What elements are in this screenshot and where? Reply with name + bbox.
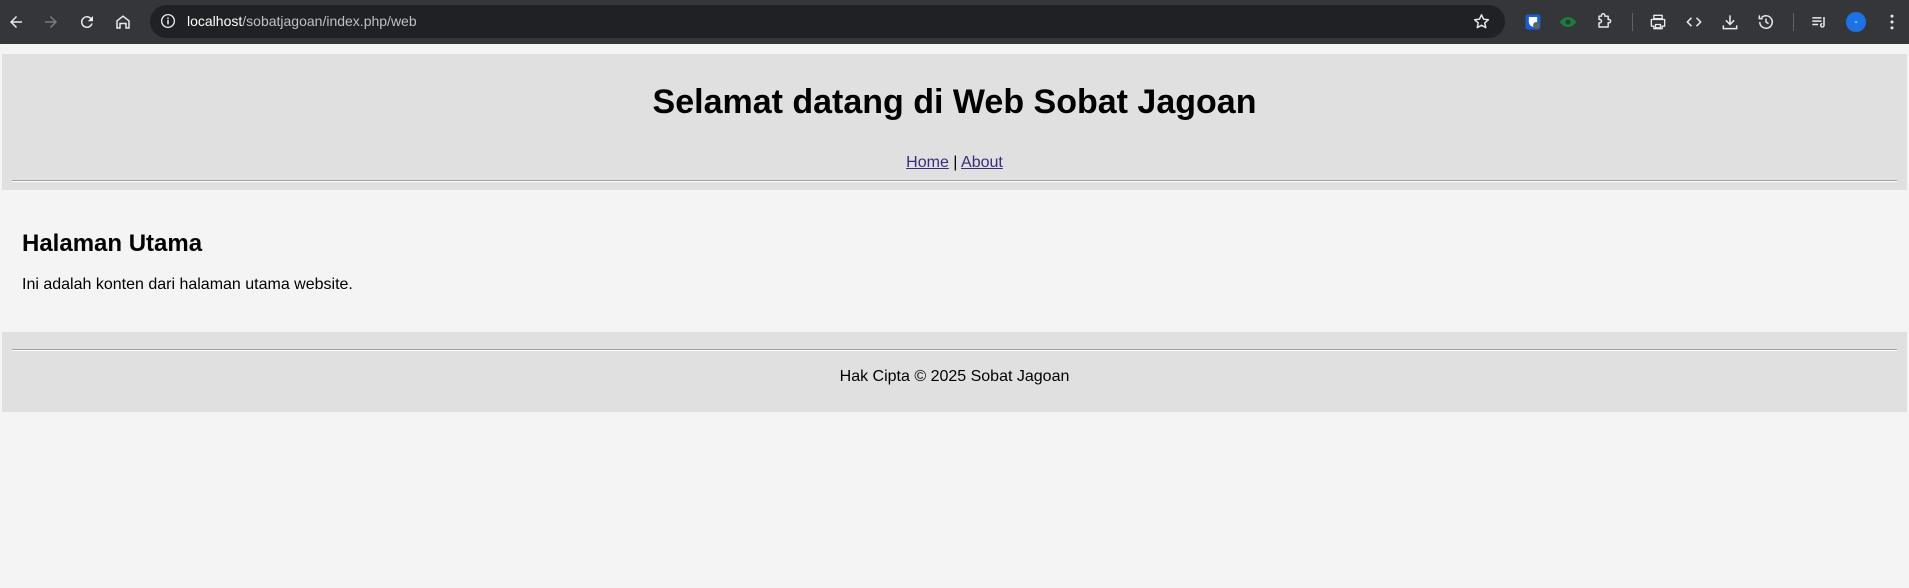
web-page: Selamat datang di Web Sobat Jagoan Home …	[0, 44, 1909, 588]
more-menu-icon[interactable]	[1881, 11, 1903, 33]
site-footer: Hak Cipta © 2025 Sobat Jagoan	[2, 332, 1907, 412]
main-content: Halaman Utama Ini adalah konten dari hal…	[22, 230, 1882, 295]
print-icon[interactable]	[1647, 11, 1669, 33]
address-bar[interactable]: localhost/sobatjagoan/index.php/web	[150, 5, 1505, 38]
nav-separator: |	[953, 154, 958, 171]
footer-divider	[12, 349, 1897, 351]
reload-icon	[80, 16, 93, 29]
section-heading: Halaman Utama	[22, 230, 203, 257]
header-divider	[12, 180, 1897, 182]
eye-extension-icon[interactable]	[1557, 11, 1579, 33]
page-title: Selamat datang di Web Sobat Jagoan	[652, 83, 1257, 121]
nav-home-link[interactable]: Home	[906, 154, 949, 171]
toolbar-divider	[1632, 13, 1633, 31]
history-icon[interactable]	[1755, 11, 1777, 33]
home-icon	[116, 15, 130, 29]
arrow-left-icon	[10, 16, 22, 28]
profile-avatar[interactable]: -	[1846, 12, 1866, 32]
reload-button[interactable]	[72, 7, 102, 37]
site-header: Selamat datang di Web Sobat Jagoan Home …	[2, 54, 1907, 190]
download-icon[interactable]	[1719, 11, 1741, 33]
copyright-text: Hak Cipta © 2025 Sobat Jagoan	[839, 368, 1070, 385]
forward-button[interactable]	[36, 7, 66, 37]
toolbar-divider	[1793, 13, 1794, 31]
bitwarden-extension-icon[interactable]	[1522, 11, 1544, 33]
extensions-puzzle-icon[interactable]	[1593, 11, 1615, 33]
url-text[interactable]: localhost/sobatjagoan/index.php/web	[187, 13, 417, 29]
nav-about-link[interactable]: About	[961, 154, 1003, 171]
url-host: localhost	[187, 13, 243, 29]
section-text: Ini adalah konten dari halaman utama web…	[22, 276, 353, 293]
arrow-right-icon	[45, 16, 57, 28]
home-button[interactable]	[108, 7, 138, 37]
view-source-code-icon[interactable]	[1683, 11, 1705, 33]
bookmark-star-icon[interactable]	[1472, 12, 1491, 31]
site-nav: Home | About	[2, 153, 1907, 173]
url-path: /sobatjagoan/index.php/web	[242, 13, 417, 29]
back-button[interactable]	[1, 7, 31, 37]
browser-toolbar: localhost/sobatjagoan/index.php/web -	[0, 0, 1909, 44]
reading-list-icon[interactable]	[1808, 11, 1830, 33]
site-info-icon[interactable]	[159, 12, 177, 30]
